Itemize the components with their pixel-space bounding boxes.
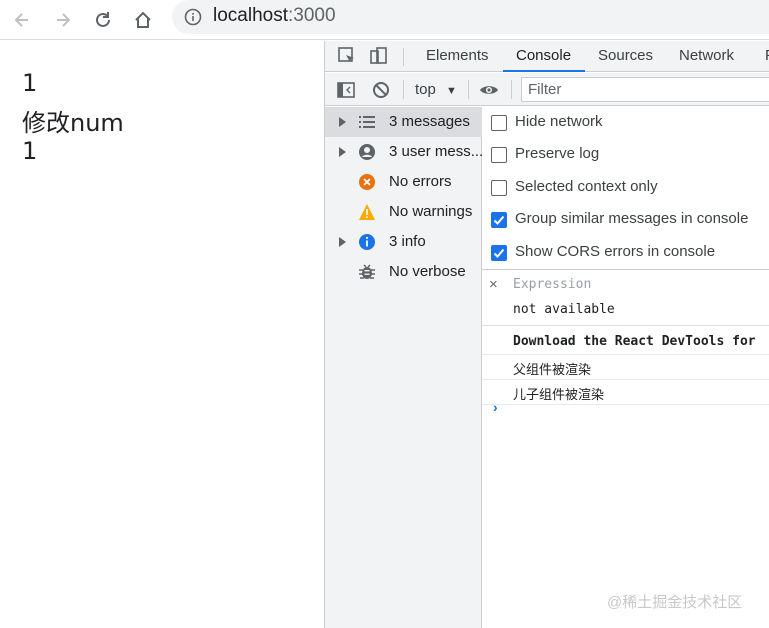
- console-message-text: 儿子组件被渲染: [513, 388, 605, 403]
- page-content: 1 修改num 1: [0, 41, 324, 628]
- sidebar-item-label: 3 info: [389, 233, 426, 250]
- tab-elements[interactable]: Elements: [426, 47, 489, 64]
- home-button[interactable]: [129, 6, 157, 34]
- watermark: @稀土掘金技术社区: [607, 594, 743, 611]
- info-icon[interactable]: [184, 8, 202, 26]
- sidebar-item-info[interactable]: 3 info: [325, 227, 482, 257]
- sidebar-item-label: No verbose: [389, 263, 466, 280]
- sidebar-item-label: No errors: [389, 173, 452, 190]
- context-label: top: [415, 81, 436, 98]
- checkbox[interactable]: [491, 147, 507, 163]
- console-prompt-icon[interactable]: ›: [493, 399, 498, 415]
- tab-divider: [403, 48, 404, 66]
- reload-icon: [96, 12, 110, 27]
- checkmark-icon: [493, 215, 505, 225]
- sidebar-item-warnings[interactable]: No warnings: [325, 197, 482, 227]
- forward-button[interactable]: [49, 6, 77, 34]
- tab-console[interactable]: Console: [516, 47, 571, 64]
- console-message[interactable]: Download the React DevTools for: [482, 330, 769, 355]
- console-settings-panel: Hide network Preserve log Selected conte…: [482, 107, 769, 270]
- sidebar-item-user-messages[interactable]: 3 user mess...: [325, 137, 484, 167]
- count-text: 1: [22, 69, 38, 97]
- sidebar-item-errors[interactable]: No errors: [325, 167, 482, 197]
- devtools-panel: Elements Console Sources Network P top ▼…: [324, 41, 769, 628]
- url-text[interactable]: localhost:3000: [213, 5, 336, 27]
- sidebar-toggle-icon[interactable]: [336, 80, 356, 100]
- checkbox[interactable]: [491, 180, 507, 196]
- setting-label: Hide network: [515, 113, 603, 130]
- checkbox-checked[interactable]: [491, 212, 507, 228]
- tab-network[interactable]: Network: [679, 47, 734, 64]
- sidebar-item-verbose[interactable]: No verbose: [325, 257, 482, 287]
- sidebar-item-label: 3 user mess...: [389, 143, 484, 160]
- setting-label: Show CORS errors in console: [515, 243, 716, 260]
- setting-label: Group similar messages in console: [515, 210, 749, 227]
- expand-arrow-icon[interactable]: [339, 147, 346, 157]
- devtools-tabbar: Elements Console Sources Network P: [325, 41, 769, 72]
- active-tab-indicator: [503, 70, 585, 72]
- arrow-left-icon: [14, 13, 28, 27]
- sidebar-item-label: No warnings: [389, 203, 473, 220]
- expand-arrow-icon[interactable]: [339, 237, 346, 247]
- browser-toolbar: localhost:3000: [0, 0, 769, 40]
- clear-console-icon[interactable]: [371, 80, 391, 100]
- inspect-element-icon[interactable]: [337, 46, 357, 66]
- toolbar-divider: [511, 80, 512, 99]
- tab-overflow[interactable]: P: [765, 47, 769, 64]
- expression-value: not available: [513, 302, 615, 317]
- checkbox-checked[interactable]: [491, 245, 507, 261]
- console-output: × Expression not available Download the …: [482, 270, 769, 628]
- info-icon: [359, 234, 375, 250]
- setting-label: Selected context only: [515, 178, 658, 195]
- home-icon: [135, 11, 151, 28]
- console-message-text: Download the React DevTools for: [513, 334, 756, 349]
- expand-arrow-icon[interactable]: [339, 117, 346, 127]
- sidebar-item-label: 3 messages: [389, 113, 470, 130]
- expression-label[interactable]: Expression: [513, 277, 591, 292]
- tab-sources[interactable]: Sources: [598, 47, 653, 64]
- url-host: localhost: [213, 5, 288, 26]
- checkbox[interactable]: [491, 115, 507, 131]
- console-message-text: 父组件被渲染: [513, 363, 592, 378]
- sidebar-item-messages[interactable]: 3 messages: [325, 107, 482, 137]
- setting-label: Preserve log: [515, 145, 600, 162]
- toolbar-divider: [403, 80, 404, 99]
- filter-input[interactable]: Filter: [521, 77, 769, 102]
- user-icon: [359, 144, 375, 160]
- list-icon: [359, 116, 375, 128]
- live-expression: × Expression not available: [482, 270, 769, 326]
- console-message[interactable]: 儿子组件被渲染: [482, 380, 769, 405]
- context-selector[interactable]: top ▼: [415, 81, 457, 98]
- checkmark-icon: [493, 248, 505, 258]
- console-message[interactable]: 父组件被渲染: [482, 355, 769, 380]
- warning-icon: [359, 204, 375, 220]
- bug-icon: [359, 264, 375, 279]
- toolbar-divider: [468, 80, 469, 99]
- modify-num-text[interactable]: 修改num: [22, 103, 124, 138]
- device-toolbar-icon[interactable]: [368, 46, 388, 66]
- console-toolbar: top ▼ Filter: [325, 73, 769, 106]
- error-icon: [359, 174, 375, 190]
- arrow-right-icon: [57, 13, 71, 27]
- count-text-2: 1: [22, 137, 38, 165]
- close-icon[interactable]: ×: [489, 276, 498, 293]
- console-sidebar: 3 messages 3 user mess... No errors No w: [325, 107, 484, 628]
- filter-placeholder: Filter: [528, 81, 562, 98]
- dropdown-arrow-icon: ▼: [446, 85, 457, 97]
- url-port: :3000: [288, 5, 336, 26]
- back-button[interactable]: [8, 6, 36, 34]
- eye-icon[interactable]: [479, 80, 499, 100]
- reload-button[interactable]: [89, 6, 117, 34]
